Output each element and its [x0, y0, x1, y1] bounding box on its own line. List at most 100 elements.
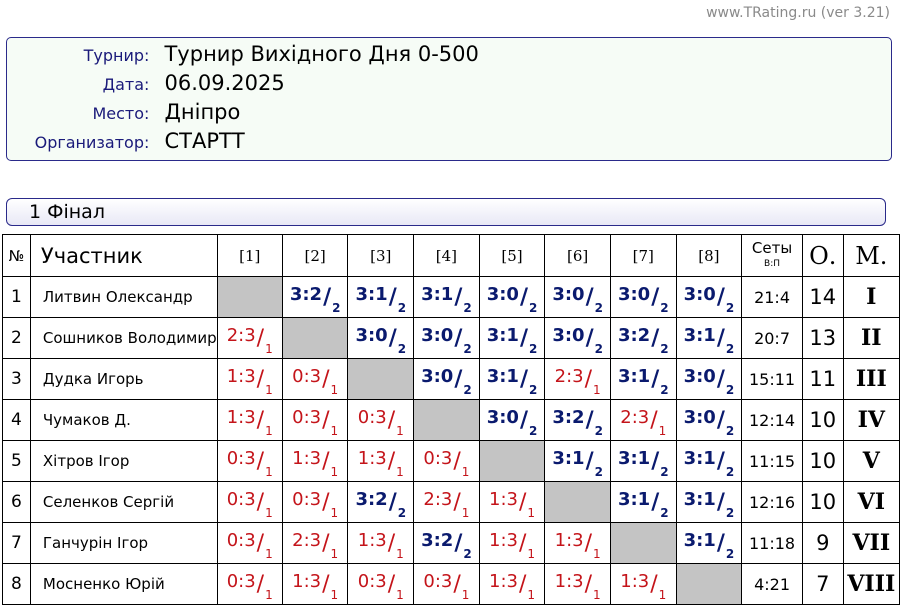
- match-result-cell: 1:3/1: [347, 522, 415, 564]
- header-col-4: [4]: [413, 234, 480, 277]
- header-col-6: [6]: [544, 234, 611, 277]
- info-value-tournament: Турнир Вихідного Дня 0-500: [164, 42, 479, 66]
- self-match-cell: [478, 440, 546, 482]
- player-points: 10: [801, 440, 844, 482]
- match-score: 3:2: [421, 529, 454, 551]
- match-points: 2: [660, 464, 669, 479]
- match-points: 1: [265, 546, 273, 561]
- match-result-cell: 3:0/2: [478, 399, 546, 441]
- match-points: 2: [725, 464, 735, 479]
- info-row-tournament: Турнир: Турнир Вихідного Дня 0-500: [7, 42, 479, 71]
- score-divider: /: [585, 325, 594, 351]
- match-result-cell: 3:2/2: [347, 481, 415, 523]
- match-points: 2: [528, 423, 538, 438]
- match-result-cell: 3:2/2: [609, 317, 677, 359]
- match-result-cell: 0:3/1: [281, 399, 349, 441]
- self-match-cell: [281, 317, 349, 359]
- match-points: 1: [658, 423, 667, 438]
- match-score: 1:3: [489, 488, 518, 510]
- match-result-cell: 3:1/2: [347, 276, 415, 318]
- match-points: 1: [461, 464, 470, 479]
- match-score: 3:1: [617, 488, 651, 510]
- info-value-date: 06.09.2025: [164, 71, 285, 95]
- score-divider: /: [256, 489, 265, 515]
- match-points: 2: [594, 300, 603, 315]
- match-points: 2: [528, 382, 538, 397]
- score-divider: /: [256, 530, 265, 556]
- match-result-cell: 3:1/2: [675, 317, 743, 359]
- player-sets: 12:14: [741, 399, 803, 441]
- match-result-cell: 3:2/2: [544, 399, 611, 441]
- match-result-cell: 3:0/2: [675, 276, 743, 318]
- score-divider: /: [453, 448, 461, 474]
- match-score: 3:2: [552, 406, 585, 428]
- score-divider: /: [518, 489, 527, 515]
- score-divider: /: [387, 448, 396, 474]
- score-divider: /: [453, 571, 461, 597]
- match-points: 1: [265, 382, 273, 397]
- player-points: 10: [801, 399, 844, 441]
- match-score: 1:3: [620, 570, 650, 592]
- player-sets: 11:18: [741, 522, 803, 564]
- score-divider: /: [387, 407, 396, 433]
- score-divider: /: [716, 448, 725, 474]
- match-score: 1:3: [554, 529, 584, 551]
- match-points: 2: [725, 423, 735, 438]
- match-score: 0:3: [357, 570, 387, 592]
- section-title: 1 Фінал: [29, 201, 105, 223]
- match-score: 2:3: [620, 406, 650, 428]
- match-result-cell: 0:3/1: [347, 399, 415, 441]
- match-points: 2: [463, 300, 472, 315]
- match-result-cell: 3:2/2: [281, 276, 349, 318]
- match-result-cell: 3:1/2: [675, 440, 743, 482]
- score-divider: /: [322, 366, 330, 392]
- match-points: 2: [725, 341, 735, 356]
- match-score: 3:0: [683, 406, 716, 428]
- player-sets: 4:21: [741, 563, 803, 605]
- match-score: 1:3: [554, 570, 584, 592]
- score-divider: /: [518, 530, 527, 556]
- match-points: 1: [593, 546, 601, 561]
- match-score: 3:0: [552, 324, 585, 346]
- header-sets-sub: В:П: [764, 258, 781, 269]
- match-score: 1:3: [357, 529, 387, 551]
- score-divider: /: [716, 489, 725, 515]
- table-row: 5 Хітров Ігор 0:3/1 1:3/1 1:3/1 0:3/1 3:1/2 3:1…: [2, 440, 900, 482]
- score-divider: /: [650, 571, 658, 597]
- player-points: 10: [801, 481, 844, 523]
- match-result-cell: 1:3/1: [281, 440, 349, 482]
- score-divider: /: [322, 571, 330, 597]
- match-score: 0:3: [226, 529, 256, 551]
- match-points: 1: [527, 546, 536, 561]
- header-col-7: [7]: [609, 234, 677, 277]
- match-score: 3:0: [355, 324, 388, 346]
- player-sets: 20:7: [741, 317, 803, 359]
- header-col-3: [3]: [347, 234, 415, 277]
- header-sets-label: Сеты: [751, 238, 793, 257]
- match-points: 1: [330, 382, 339, 397]
- score-divider: /: [322, 530, 330, 556]
- score-divider: /: [519, 407, 528, 433]
- player-number: 3: [2, 358, 31, 400]
- match-score: 2:3: [292, 529, 322, 551]
- match-score: 0:3: [292, 406, 322, 428]
- player-name: Ганчурін Ігор: [29, 522, 218, 564]
- match-points: 2: [725, 505, 735, 520]
- match-points: 1: [396, 423, 404, 438]
- match-score: 3:1: [683, 447, 716, 469]
- match-result-cell: 0:3/1: [281, 358, 349, 400]
- match-points: 1: [527, 505, 536, 520]
- match-result-cell: 3:0/2: [675, 399, 743, 441]
- match-result-cell: 0:3/1: [413, 563, 480, 605]
- match-result-cell: 3:1/2: [609, 358, 677, 400]
- score-divider: /: [584, 366, 593, 392]
- match-score: 0:3: [423, 570, 453, 592]
- player-number: 4: [2, 399, 31, 441]
- score-divider: /: [651, 366, 660, 392]
- score-divider: /: [585, 407, 594, 433]
- match-result-cell: 3:1/2: [675, 522, 743, 564]
- match-points: 2: [528, 341, 538, 356]
- player-sets: 15:11: [741, 358, 803, 400]
- player-place: V: [842, 440, 900, 482]
- info-value-organizer: СТАРТТ: [164, 129, 245, 153]
